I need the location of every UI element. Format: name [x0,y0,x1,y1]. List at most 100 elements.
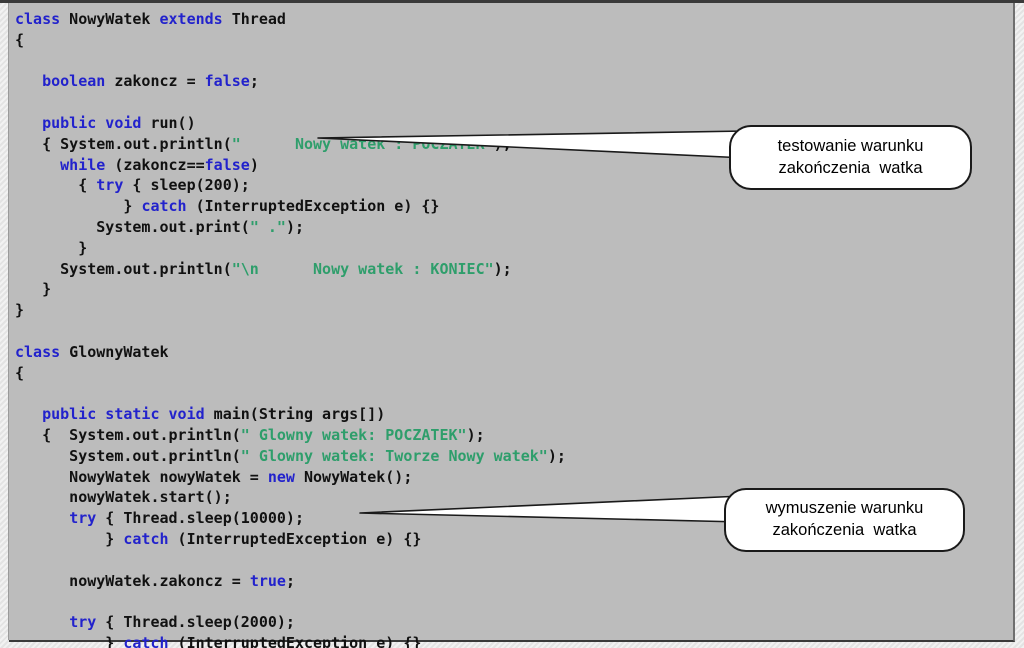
code-token: (zakoncz== [105,155,205,174]
code-line: System.out.print(" ."); [15,218,304,236]
callout-wymuszenie-warunku: wymuszenie warunku zakończenia watka [724,488,965,552]
code-token: } [15,197,142,216]
code-token: zakoncz = [105,72,205,91]
code-token: { [15,363,25,382]
code-line: class GlownyWatek [15,343,169,361]
code-token: ); [547,446,566,465]
code-token: ); [493,259,512,278]
code-token: ; [249,72,259,91]
code-token: catch [123,529,169,548]
code-token: ); [466,425,485,444]
code-token: try [96,176,124,195]
code-line: boolean zakoncz = false; [15,72,259,90]
code-token: boolean [42,72,106,91]
code-token: (InterruptedException e) {} [168,529,422,548]
code-token: { Thread.sleep(2000); [96,613,295,632]
code-line: { try { sleep(200); [15,176,250,194]
code-token: { sleep(200); [123,176,250,195]
code-token: Thread [222,10,286,28]
code-token: (InterruptedException e) {} [168,633,422,648]
code-token: false [204,72,250,91]
code-token: class [15,10,61,28]
code-token: run() [141,113,196,132]
code-token: { [15,176,97,195]
code-token: public void [42,113,142,132]
code-line: } [15,301,24,319]
code-token: } [15,238,88,257]
code-token: System.out.println( [15,259,232,278]
callout-2-line-1: wymuszenie warunku [765,499,924,518]
callout-testowanie-warunku: testowanie warunku zakończenia watka [729,125,972,190]
code-token: "\n Nowy watek : KONIEC" [231,259,494,278]
code-token: catch [141,197,187,216]
code-token: main(String args[]) [204,405,386,424]
code-token: } [15,529,124,548]
code-line: { System.out.println(" Nowy watek : POCZ… [15,135,512,153]
code-line: } [15,280,51,298]
code-line: nowyWatek.zakoncz = true; [15,572,295,590]
code-token: } [15,633,124,648]
code-line: System.out.println("\n Nowy watek : KONI… [15,260,512,278]
code-line: try { Thread.sleep(2000); [15,613,295,631]
code-line: nowyWatek.start(); [15,488,232,506]
code-token: public static void [42,405,205,424]
code-line: } [15,239,87,257]
code-token: " Glowny watek: Tworze Nowy watek" [240,446,548,465]
code-token: class [15,342,61,361]
code-token: NowyWatek [60,10,160,28]
code-token: GlownyWatek [60,342,169,361]
code-token: } [15,280,52,299]
code-token: extends [159,10,223,28]
code-line: try { Thread.sleep(10000); [15,509,304,527]
code-token: try [69,509,97,528]
code-token: NowyWatek(); [294,467,413,486]
code-line: } catch (InterruptedException e) {} [15,197,439,215]
code-token: System.out.print( [15,217,250,236]
code-token: ) [249,155,259,174]
code-token: while [60,155,106,174]
code-token: } [15,301,25,320]
code-line: } catch (InterruptedException e) {} [15,530,421,548]
code-token: (InterruptedException e) {} [186,197,440,216]
code-line: public static void main(String args[]) [15,405,385,423]
code-line: { System.out.println(" Glowny watek: POC… [15,426,485,444]
code-line: System.out.println(" Glowny watek: Tworz… [15,447,566,465]
callout-1-line-1: testowanie warunku [777,136,924,155]
code-line: class NowyWatek extends Thread [15,10,286,28]
code-token: System.out.println( [15,446,241,465]
code-token: { Thread.sleep(10000); [96,509,304,528]
code-token: catch [123,633,169,648]
code-line: public void run() [15,114,196,132]
code-token: nowyWatek.start(); [15,488,232,507]
code-token: ); [285,217,304,236]
code-token: nowyWatek.zakoncz = [15,571,250,590]
code-line: { [15,364,24,382]
code-token: ; [285,571,295,590]
code-line: while (zakoncz==false) [15,156,259,174]
code-token: NowyWatek nowyWatek = [15,467,268,486]
code-token: try [69,613,97,632]
code-line: NowyWatek nowyWatek = new NowyWatek(); [15,468,412,486]
slide-canvas: class NowyWatek extends Thread { boolean… [0,0,1024,648]
callout-1-line-2: zakończenia watka [778,158,923,177]
code-token: { System.out.println( [15,425,241,444]
callout-2-line-2: zakończenia watka [772,521,917,539]
code-token: " ." [249,217,286,236]
java-code-block: class NowyWatek extends Thread { boolean… [15,9,566,648]
code-token: " Nowy watek : POCZATEK" [231,134,494,153]
code-token: ); [493,134,512,153]
code-token: true [249,571,286,590]
code-token: { [15,30,25,49]
code-line: { [15,31,24,49]
code-token: " Glowny watek: POCZATEK" [240,425,467,444]
code-line: } catch (InterruptedException e) {} [15,634,421,648]
code-token: { System.out.println( [15,134,232,153]
code-token: new [267,467,295,486]
code-token: false [204,155,250,174]
